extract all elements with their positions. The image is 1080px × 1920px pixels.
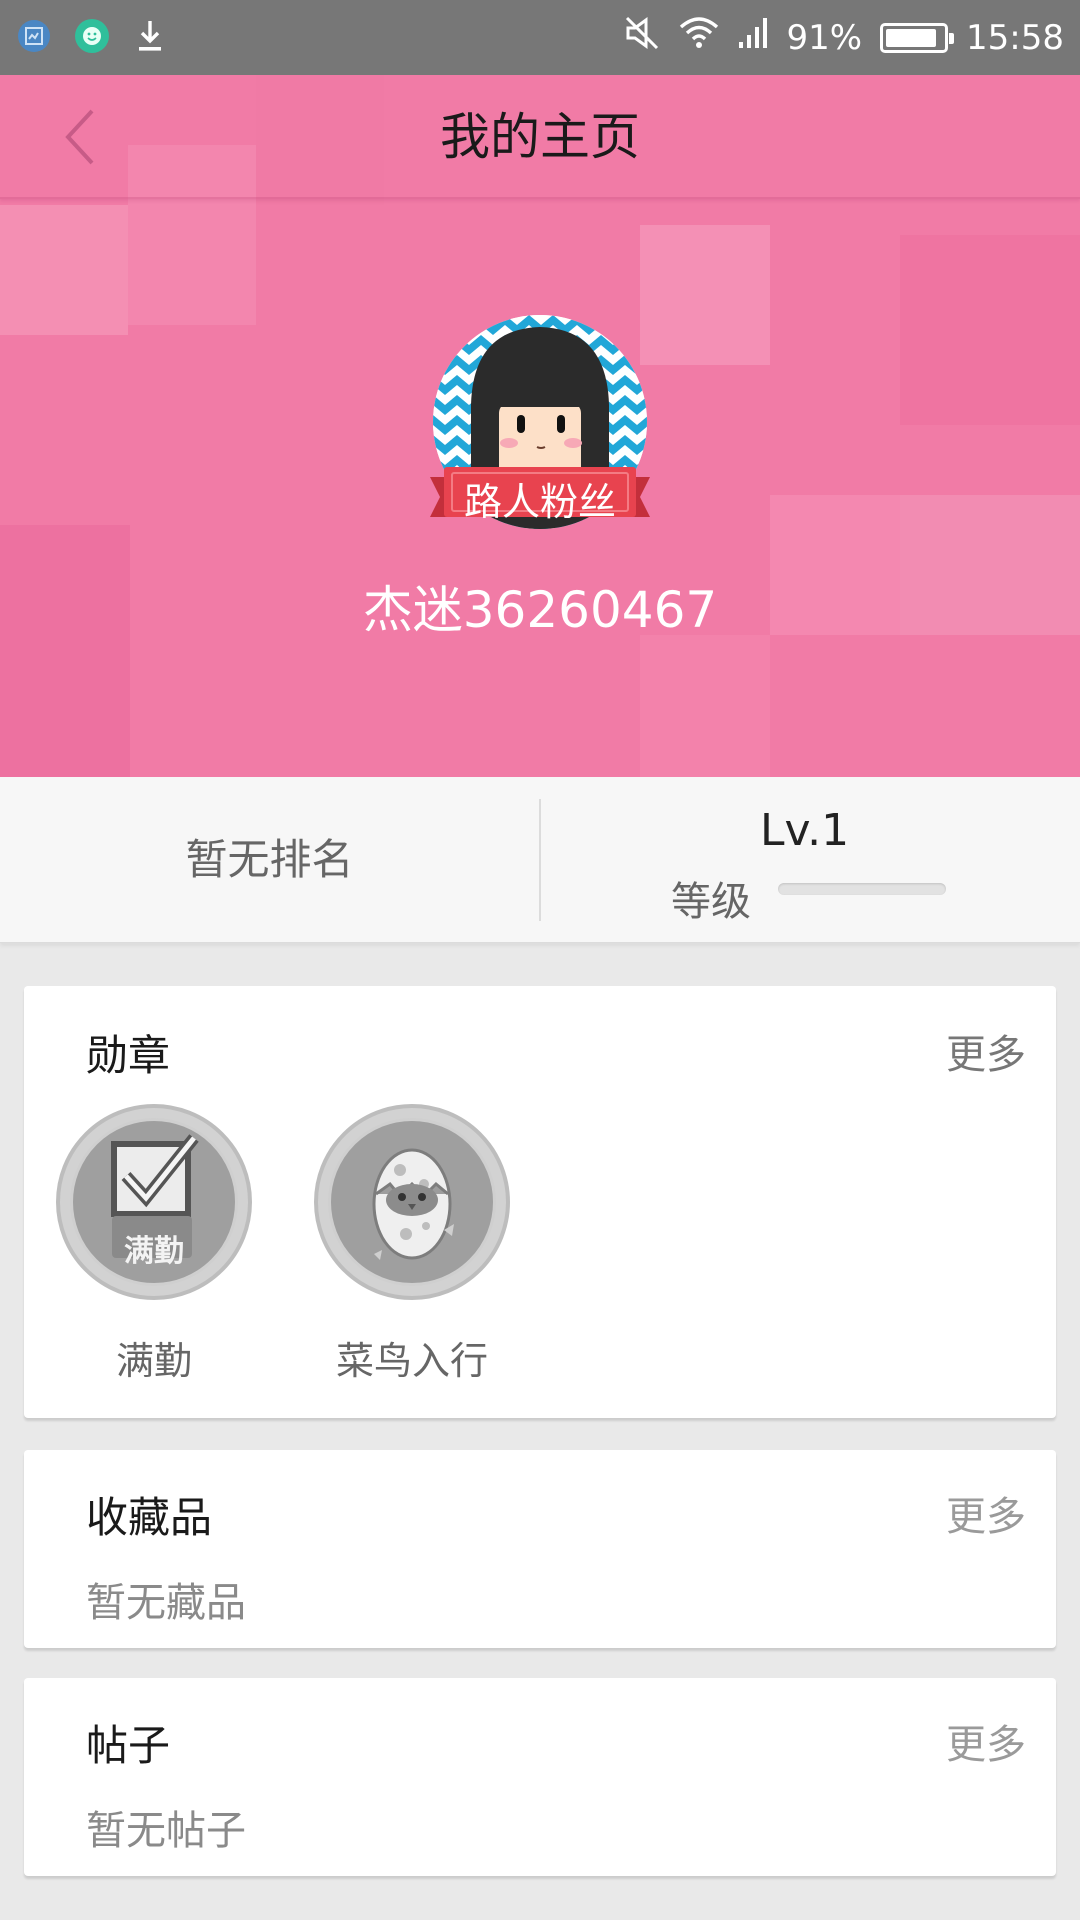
stats-divider bbox=[539, 799, 541, 921]
medals-title: 勋章 bbox=[86, 1031, 171, 1080]
face-app-icon bbox=[72, 16, 112, 56]
level-progress-bar bbox=[778, 883, 946, 895]
posts-card: 帖子 更多 暂无帖子 bbox=[24, 1678, 1056, 1876]
medal-label: 菜鸟入行 bbox=[335, 1339, 488, 1383]
posts-more-link[interactable]: 更多 bbox=[946, 1712, 1026, 1770]
medal-label: 满勤 bbox=[115, 1339, 192, 1383]
level-label: 等级 bbox=[671, 879, 751, 925]
username: 杰迷36260467 bbox=[362, 581, 718, 639]
full-attendance-icon-text: 满勤 bbox=[124, 1234, 184, 1269]
profile-header: 我的主页 路人粉丝 杰迷36260467 bbox=[0, 75, 1080, 777]
full-attendance-icon: 满勤 bbox=[56, 1104, 252, 1300]
battery-icon bbox=[880, 22, 955, 53]
page-title: 我的主页 bbox=[440, 108, 640, 166]
stats-bar: 暂无排名 Lv.1 等级 bbox=[0, 777, 1080, 943]
clock: 15:58 bbox=[966, 17, 1064, 58]
posts-title: 帖子 bbox=[86, 1721, 171, 1770]
mute-icon bbox=[624, 15, 660, 60]
avatar-badge-label: 路人粉丝 bbox=[463, 480, 616, 524]
rank-label[interactable]: 暂无排名 bbox=[0, 777, 539, 943]
medals-more-link[interactable]: 更多 bbox=[946, 1022, 1026, 1080]
hatching-chick-icon bbox=[314, 1104, 510, 1300]
top-bar: 我的主页 bbox=[0, 75, 1080, 199]
signal-icon bbox=[738, 16, 768, 59]
medal-item[interactable]: 菜鸟入行 bbox=[314, 1104, 510, 1385]
level-value: Lv.1 bbox=[760, 805, 850, 856]
collections-empty-text: 暂无藏品 bbox=[86, 1580, 246, 1626]
wifi-icon bbox=[678, 15, 720, 60]
battery-fill bbox=[886, 28, 937, 47]
battery-percent: 91% bbox=[786, 17, 863, 58]
avatar-title-ribbon: 路人粉丝 bbox=[430, 463, 650, 525]
medals-card: 勋章 更多 满勤 满勤 菜鸟入行 bbox=[24, 986, 1056, 1418]
download-icon bbox=[130, 16, 170, 56]
medal-item[interactable]: 满勤 满勤 bbox=[56, 1104, 252, 1385]
screenshot-icon bbox=[14, 16, 54, 56]
collections-title: 收藏品 bbox=[86, 1493, 213, 1542]
posts-empty-text: 暂无帖子 bbox=[86, 1808, 246, 1854]
collections-more-link[interactable]: 更多 bbox=[946, 1484, 1026, 1542]
status-bar: 91% 15:58 bbox=[0, 0, 1080, 75]
collections-card: 收藏品 更多 暂无藏品 bbox=[24, 1450, 1056, 1648]
